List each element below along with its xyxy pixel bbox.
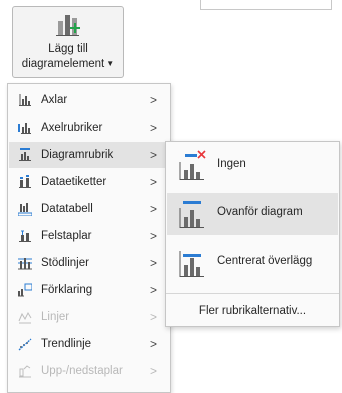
chevron-right-icon: > — [150, 175, 158, 189]
add-chart-element-icon — [56, 15, 80, 36]
chevron-right-icon: > — [150, 337, 158, 351]
menu-item-dataetiketter[interactable]: Dataetiketter > — [9, 169, 169, 195]
no-title-icon — [179, 150, 206, 180]
add-chart-element-button[interactable]: Lägg till diagramelement ▼ — [12, 6, 124, 78]
menu-item-label: Axlar — [41, 94, 68, 106]
submenu-item-ingen[interactable]: Ingen — [167, 145, 338, 187]
chevron-right-icon: > — [150, 93, 158, 107]
menu-item-stodlinjer[interactable]: Stödlinjer > — [9, 250, 169, 276]
chart-elements-menu: Axlar > Axelrubriker > Diagramrubrik > D… — [7, 83, 171, 393]
submenu-item-label: Ingen — [217, 158, 246, 170]
axes-icon — [19, 94, 31, 106]
lines-icon — [18, 311, 32, 324]
up-down-bars-icon — [19, 365, 31, 378]
menu-item-datatabell[interactable]: Datatabell > — [9, 196, 169, 222]
axis-titles-icon — [18, 123, 31, 134]
submenu-item-label: Centrerat överlägg — [217, 255, 313, 267]
submenu-item-ovanfor-diagram[interactable]: Ovanför diagram — [167, 193, 338, 235]
legend-icon — [18, 283, 32, 297]
chevron-right-icon: > — [150, 364, 158, 378]
centered-overlay-title-icon — [179, 251, 204, 277]
chevron-down-icon: ▼ — [106, 59, 115, 68]
submenu-item-centrerat-overlagg[interactable]: Centrerat överlägg — [167, 242, 338, 284]
menu-item-trendlinje[interactable]: Trendlinje > — [9, 331, 169, 357]
submenu-divider — [166, 293, 339, 294]
menu-item-diagramrubrik[interactable]: Diagramrubrik > — [9, 142, 169, 168]
data-table-icon — [18, 203, 32, 216]
chevron-right-icon: > — [150, 283, 158, 297]
menu-item-label: Upp-/nedstaplar — [41, 365, 123, 377]
menu-item-upp-nedstaplar: Upp-/nedstaplar > — [9, 358, 169, 384]
menu-item-label: Felstaplar — [41, 230, 92, 242]
menu-item-label: Förklaring — [41, 284, 93, 296]
error-bars-icon — [19, 230, 31, 242]
add-chart-element-label-line1: Lägg till — [48, 43, 88, 55]
menu-item-axlar[interactable]: Axlar > — [9, 87, 169, 113]
gridlines-icon — [18, 258, 32, 270]
trendline-icon — [18, 338, 32, 351]
top-panel-edge — [200, 0, 332, 10]
add-chart-element-label-line2: diagramelement ▼ — [21, 58, 115, 70]
menu-item-label: Dataetiketter — [41, 176, 107, 188]
chevron-right-icon: > — [150, 229, 158, 243]
menu-item-felstaplar[interactable]: Felstaplar > — [9, 223, 169, 249]
menu-item-forklaring[interactable]: Förklaring > — [9, 277, 169, 303]
menu-item-linjer: Linjer > — [9, 304, 169, 330]
title-above-chart-icon — [179, 201, 204, 228]
menu-item-label: Stödlinjer — [41, 257, 89, 269]
data-labels-icon — [19, 175, 31, 188]
chevron-right-icon: > — [150, 310, 158, 324]
chevron-right-icon: > — [150, 202, 158, 216]
chevron-right-icon: > — [150, 121, 158, 135]
more-title-options-button[interactable]: Fler rubrikalternativ... — [166, 298, 339, 324]
chart-title-submenu: Ingen Ovanför diagram Centrerat överlägg… — [165, 141, 340, 327]
menu-item-label: Diagramrubrik — [41, 149, 114, 161]
chevron-right-icon: > — [150, 256, 158, 270]
submenu-item-label: Ovanför diagram — [217, 206, 303, 218]
menu-item-label: Linjer — [41, 311, 70, 323]
chart-title-icon — [19, 148, 31, 161]
chevron-right-icon: > — [150, 148, 158, 162]
menu-item-label: Datatabell — [41, 203, 93, 215]
menu-item-axelrubriker[interactable]: Axelrubriker > — [9, 115, 169, 141]
menu-item-label: Trendlinje — [41, 338, 92, 350]
menu-item-label: Axelrubriker — [41, 122, 103, 134]
